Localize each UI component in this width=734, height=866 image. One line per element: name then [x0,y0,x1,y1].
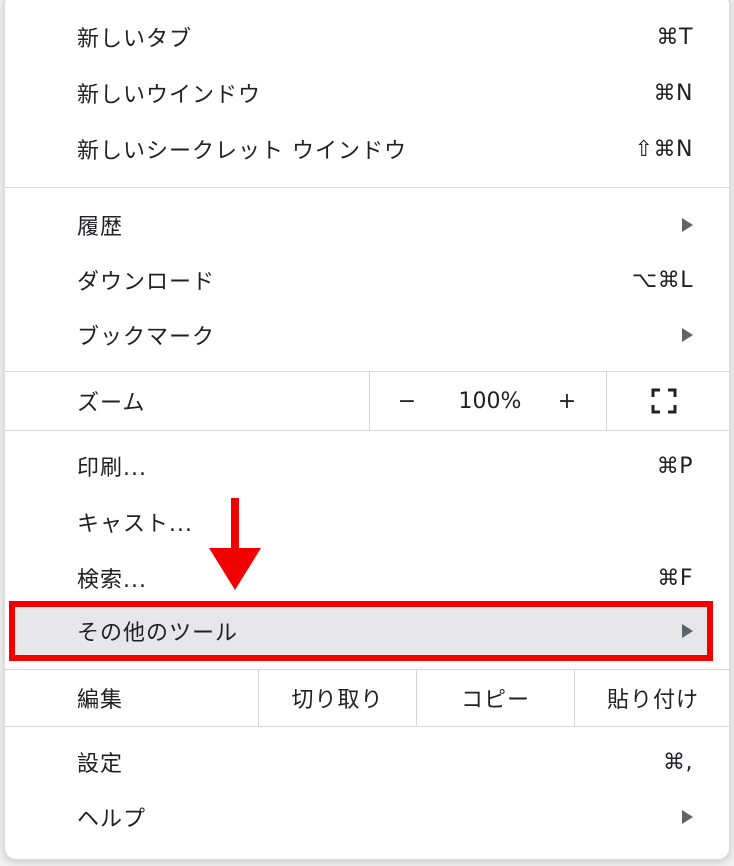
fullscreen-button[interactable] [649,372,679,430]
zoom-level-text: 100% [458,388,522,414]
menu-item-bookmarks[interactable]: ブックマーク [5,307,729,363]
settings-shortcut: ⌘, [663,749,693,775]
zoom-in-icon: + [557,388,577,414]
menu-item-new-tab[interactable]: 新しいタブ ⌘T [5,9,729,65]
new-incognito-label: 新しいシークレット ウインドウ [77,139,407,164]
menu-item-print[interactable]: 印刷... ⌘P [5,438,729,494]
print-shortcut: ⌘P [656,453,693,479]
divider [5,726,729,727]
new-tab-shortcut: ⌘T [656,24,693,50]
zoom-label: ズーム [77,372,145,430]
cast-label: キャスト... [77,512,193,537]
find-label: 検索... [77,568,147,593]
print-label: 印刷... [77,456,147,481]
new-window-label: 新しいウインドウ [77,83,262,108]
divider [606,372,607,430]
edit-row: 編集 切り取り コピー 貼り付け [5,670,729,726]
menu-item-new-window[interactable]: 新しいウインドウ ⌘N [5,65,729,121]
more-tools-label: その他のツール [77,621,239,646]
divider [5,430,729,431]
copy-label: コピー [460,688,530,713]
zoom-label-text: ズーム [77,391,146,416]
menu-item-settings[interactable]: 設定 ⌘, [5,734,729,790]
zoom-out-button[interactable]: − [395,372,419,430]
help-label: ヘルプ [77,807,147,832]
menu-item-more-tools[interactable]: その他のツール [5,603,729,659]
edit-label-text: 編集 [77,688,124,713]
bookmarks-label: ブックマーク [77,325,216,350]
menu-item-help[interactable]: ヘルプ [5,789,729,845]
submenu-arrow-icon [682,810,693,824]
submenu-arrow-icon [682,328,693,342]
find-shortcut: ⌘F [657,565,693,591]
chrome-menu: 新しいタブ ⌘T 新しいウインドウ ⌘N 新しいシークレット ウインドウ ⇧⌘N… [4,0,730,860]
submenu-arrow-icon [682,624,693,638]
divider [369,372,370,430]
paste-button[interactable]: 貼り付け [575,670,729,726]
red-down-arrow-icon [209,498,261,590]
cut-button[interactable]: 切り取り [259,670,416,726]
edit-label: 編集 [77,670,123,726]
menu-item-cast[interactable]: キャスト... [5,494,729,550]
submenu-arrow-icon [682,218,693,232]
zoom-row: ズーム − 100% + [5,372,729,430]
divider [5,187,729,188]
menu-item-new-incognito[interactable]: 新しいシークレット ウインドウ ⇧⌘N [5,121,729,177]
new-window-shortcut: ⌘N [653,80,693,106]
new-tab-label: 新しいタブ [77,27,193,52]
zoom-in-button[interactable]: + [555,372,579,430]
menu-item-history[interactable]: 履歴 [5,197,729,253]
zoom-level: 100% [445,372,535,430]
copy-button[interactable]: コピー [417,670,574,726]
downloads-shortcut: ⌥⌘L [631,267,693,293]
zoom-out-icon: − [397,388,417,414]
settings-label: 設定 [77,752,124,777]
menu-item-find[interactable]: 検索... ⌘F [5,550,729,606]
cut-label: 切り取り [291,688,384,713]
history-label: 履歴 [77,215,124,240]
paste-label: 貼り付け [606,688,699,713]
menu-item-downloads[interactable]: ダウンロード ⌥⌘L [5,252,729,308]
downloads-label: ダウンロード [77,270,216,295]
new-incognito-shortcut: ⇧⌘N [634,136,693,162]
fullscreen-icon [651,388,677,414]
